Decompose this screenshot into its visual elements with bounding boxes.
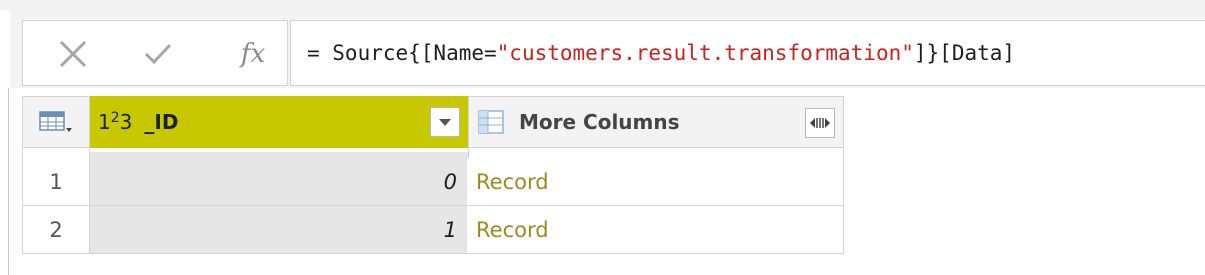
left-divider [8, 88, 9, 275]
formula-string: "customers.result.transformation" [496, 41, 914, 65]
expand-icon [810, 118, 830, 128]
table-menu-icon [39, 111, 72, 132]
fx-button[interactable]: fx [223, 21, 283, 87]
formula-prefix: = Source{[Name= [307, 41, 497, 65]
table-row: 2 1 Record [22, 206, 844, 254]
quality-strip-rownum [22, 148, 90, 158]
chevron-down-icon [439, 119, 451, 126]
close-icon [59, 40, 87, 68]
expand-column-button[interactable] [805, 108, 835, 138]
table-column-icon [478, 110, 504, 134]
quality-strip-more [468, 148, 844, 158]
column-header-more-columns[interactable]: More Columns [468, 96, 844, 148]
row-number[interactable]: 1 [22, 158, 90, 206]
table-row: 1 0 Record [22, 158, 844, 206]
id-cell[interactable]: 1 [90, 206, 468, 254]
column-header-id[interactable]: 123 _ID [90, 96, 468, 148]
check-icon [144, 43, 172, 65]
formula-suffix: ]}[Data] [913, 41, 1016, 65]
formula-buttons: fx [22, 20, 288, 86]
cancel-button[interactable] [43, 21, 103, 87]
top-strip [0, 0, 1205, 10]
type-label-base: 1 [98, 110, 111, 134]
row-number[interactable]: 2 [22, 206, 90, 254]
column-name-id: _ID [144, 110, 179, 134]
column-name-more-columns: More Columns [519, 110, 680, 134]
table-menu-button[interactable] [22, 96, 90, 148]
filter-dropdown-button[interactable] [430, 107, 460, 137]
id-cell[interactable]: 0 [90, 158, 468, 206]
commit-button[interactable] [128, 21, 188, 87]
type-label-sub: 3 [119, 110, 133, 134]
whole-number-type-icon[interactable]: 123 [98, 110, 132, 134]
record-link[interactable]: Record [468, 206, 844, 254]
fx-icon: fx [240, 39, 266, 69]
record-link[interactable]: Record [468, 158, 844, 206]
formula-input[interactable]: = Source{[Name= "customers.result.transfo… [290, 20, 1205, 86]
formula-bar: fx = Source{[Name= "customers.result.tran… [10, 10, 1205, 88]
type-label-sup: 2 [110, 110, 120, 126]
quality-strip-id [90, 148, 468, 158]
